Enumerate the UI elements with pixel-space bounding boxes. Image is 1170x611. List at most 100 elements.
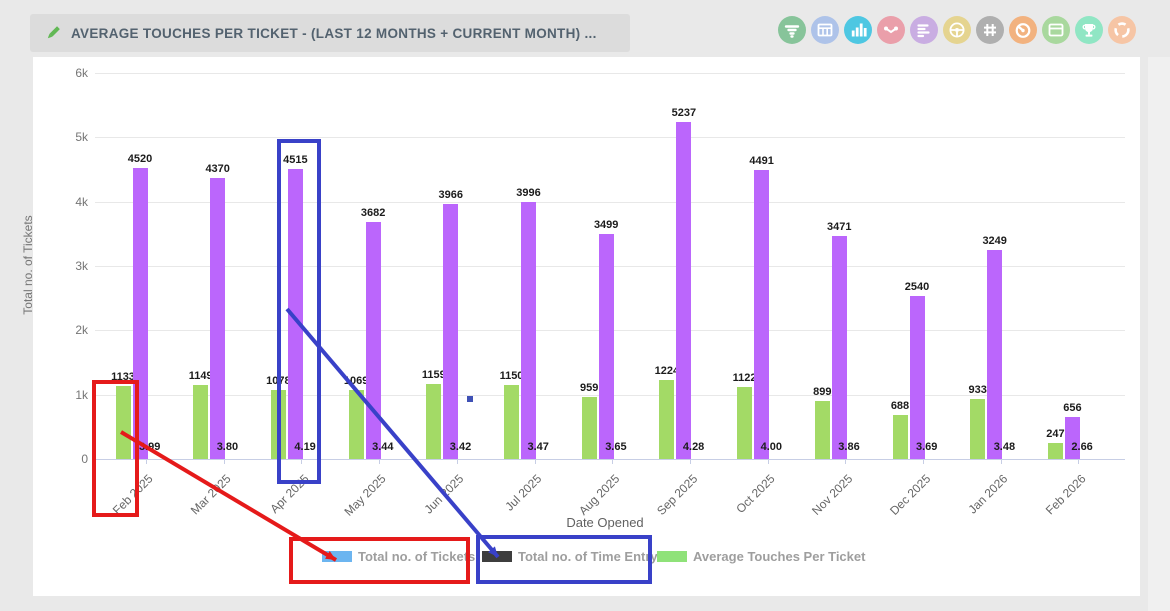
y-tick-label: 1k (58, 389, 88, 401)
x-category-label: Apr 2025 (267, 472, 311, 516)
bar-total-tickets[interactable] (1048, 443, 1063, 459)
avg-touches-label: 4.28 (683, 442, 704, 453)
avg-touches-label: 3.48 (994, 442, 1015, 453)
x-axis-tick (612, 459, 613, 464)
y-tick-label: 6k (58, 67, 88, 79)
bar-total-tickets[interactable] (426, 384, 441, 459)
bar-total-tickets[interactable] (970, 399, 985, 459)
bar-time-entry[interactable] (521, 202, 536, 459)
x-category-label: Jun 2025 (422, 472, 467, 517)
bar-time-entry[interactable] (599, 234, 614, 459)
legend-swatch (322, 551, 352, 562)
bar-value-label: 4491 (732, 156, 792, 167)
bar-value-label: 3996 (499, 188, 559, 199)
x-axis-tick (690, 459, 691, 464)
avg-touches-label: 3.47 (528, 442, 549, 453)
bar-value-label: 4515 (265, 155, 325, 166)
bar-time-entry[interactable] (210, 178, 225, 459)
y-tick-label: 4k (58, 196, 88, 208)
avg-touches-label: 3.69 (916, 442, 937, 453)
x-category-label: Sep 2025 (654, 472, 700, 518)
y-tick-label: 2k (58, 324, 88, 336)
x-axis-tick (923, 459, 924, 464)
x-axis-tick (379, 459, 380, 464)
x-category-label: Aug 2025 (576, 472, 622, 518)
gridline (95, 73, 1125, 74)
bar-total-tickets[interactable] (349, 390, 364, 459)
x-axis-line (95, 459, 1125, 460)
legend-label: Average Touches Per Ticket (693, 549, 865, 564)
x-axis-tick (457, 459, 458, 464)
bar-time-entry[interactable] (676, 122, 691, 459)
bar-total-tickets[interactable] (193, 385, 208, 459)
bar-total-tickets[interactable] (893, 415, 908, 459)
avg-touches-label: 4.19 (294, 442, 315, 453)
y-axis-title: Total no. of Tickets (21, 185, 35, 345)
avg-touches-label: 3.42 (450, 442, 471, 453)
bar-value-label: 2540 (887, 282, 947, 293)
bar-total-tickets[interactable] (582, 397, 597, 459)
avg-touches-label: 2.66 (1071, 442, 1092, 453)
avg-touches-label: 3.65 (605, 442, 626, 453)
bar-value-label: 4520 (110, 154, 170, 165)
bar-value-label: 3249 (965, 236, 1025, 247)
bar-value-label: 3966 (421, 190, 481, 201)
x-axis-tick (535, 459, 536, 464)
x-axis-tick (224, 459, 225, 464)
bar-total-tickets[interactable] (116, 386, 131, 459)
x-axis-tick (1078, 459, 1079, 464)
bar-time-entry[interactable] (443, 204, 458, 459)
x-category-label: Jan 2026 (966, 472, 1011, 517)
bar-value-label: 3499 (576, 220, 636, 231)
avg-touches-label: 3.99 (139, 442, 160, 453)
x-category-label: May 2025 (342, 472, 389, 519)
avg-touches-label: 3.80 (217, 442, 238, 453)
bar-total-tickets[interactable] (737, 387, 752, 459)
x-category-label: Mar 2025 (188, 472, 234, 518)
gridline (95, 137, 1125, 138)
x-category-label: Feb 2026 (1043, 472, 1089, 518)
x-category-label: Dec 2025 (887, 472, 933, 518)
gridline (95, 202, 1125, 203)
bar-time-entry[interactable] (754, 170, 769, 459)
avg-touches-label: 3.86 (838, 442, 859, 453)
bar-value-label: 3682 (343, 208, 403, 219)
bar-time-entry[interactable] (133, 168, 148, 459)
y-tick-label: 5k (58, 131, 88, 143)
x-category-label: Feb 2025 (110, 472, 156, 518)
chart-area: 0 1k 2k 3k 4k 5k 6k Total no. of Tickets Date Op… (0, 0, 1170, 611)
legend-label: Total no. of Time Entry (518, 549, 658, 564)
x-category-label: Nov 2025 (809, 472, 855, 518)
x-category-label: Oct 2025 (733, 472, 777, 516)
bar-value-label: 5237 (654, 108, 714, 119)
x-axis-tick (146, 459, 147, 464)
bar-total-tickets[interactable] (271, 390, 286, 459)
x-axis-tick (301, 459, 302, 464)
bar-time-entry[interactable] (832, 236, 847, 459)
avg-touches-label: 3.44 (372, 442, 393, 453)
legend-item[interactable]: Total no. of Time Entry (482, 549, 658, 564)
bar-time-entry[interactable] (910, 296, 925, 459)
bar-value-label: 3471 (809, 222, 869, 233)
x-axis-tick (845, 459, 846, 464)
bar-time-entry[interactable] (366, 222, 381, 459)
avg-touches-label: 4.00 (761, 442, 782, 453)
x-category-label: Jul 2025 (502, 472, 544, 514)
x-axis-title: Date Opened (540, 515, 670, 530)
legend-label: Total no. of Tickets (358, 549, 475, 564)
y-tick-label: 3k (58, 260, 88, 272)
bar-value-label: 4370 (188, 164, 248, 175)
bar-value-label: 656 (1042, 403, 1102, 414)
bar-total-tickets[interactable] (504, 385, 519, 459)
y-tick-label: 0 (58, 453, 88, 465)
bar-time-entry[interactable] (987, 250, 1002, 459)
bar-total-tickets[interactable] (659, 380, 674, 459)
legend-swatch (657, 551, 687, 562)
bar-total-tickets[interactable] (815, 401, 830, 459)
legend-item[interactable]: Average Touches Per Ticket (657, 549, 865, 564)
legend-swatch (482, 551, 512, 562)
legend-item[interactable]: Total no. of Tickets (322, 549, 475, 564)
x-axis-tick (1001, 459, 1002, 464)
bar-time-entry[interactable] (288, 169, 303, 460)
x-axis-tick (768, 459, 769, 464)
